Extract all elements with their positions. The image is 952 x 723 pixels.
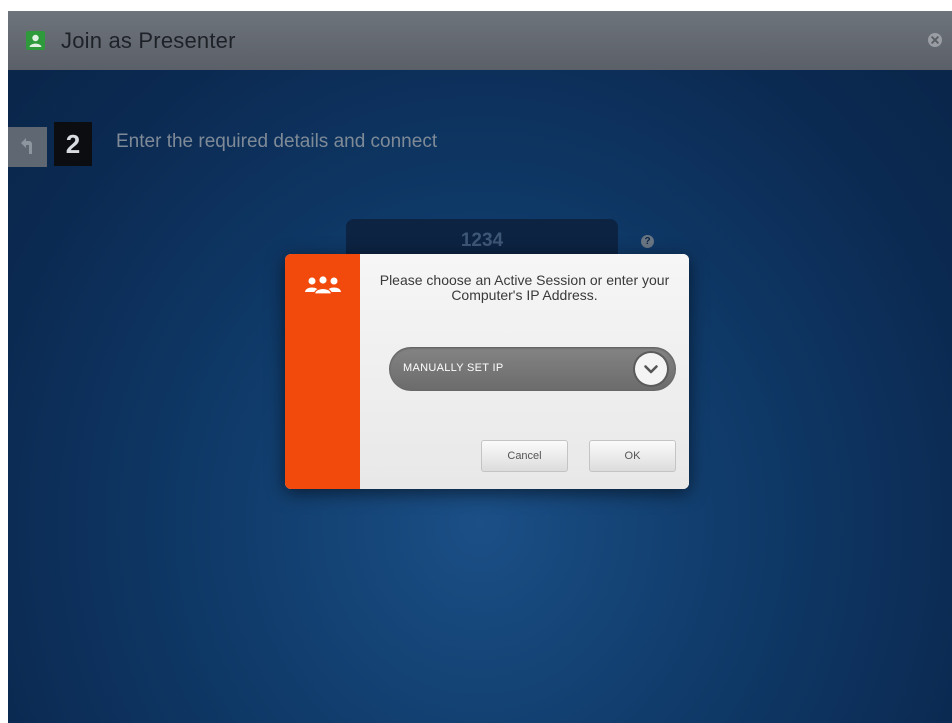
step-instruction: Enter the required details and connect xyxy=(116,131,438,152)
chevron-down-icon[interactable] xyxy=(635,353,667,385)
back-button[interactable] xyxy=(8,127,47,167)
app-window: Join as Presenter 2 Enter the required d… xyxy=(8,11,952,723)
title-bar: Join as Presenter xyxy=(8,11,952,70)
choose-session-dialog: Please choose an Active Session or enter… xyxy=(285,254,689,489)
session-select[interactable]: MANUALLY SET IP xyxy=(389,347,676,391)
ok-button[interactable]: OK xyxy=(589,440,676,472)
cancel-button[interactable]: Cancel xyxy=(481,440,568,472)
dialog-sidebar xyxy=(285,254,360,489)
close-icon[interactable] xyxy=(928,33,942,47)
people-icon xyxy=(305,275,341,295)
help-icon[interactable]: ? xyxy=(641,235,654,248)
dialog-body: Please choose an Active Session or enter… xyxy=(360,254,689,489)
back-arrow-icon xyxy=(21,138,32,154)
dialog-message: Please choose an Active Session or enter… xyxy=(379,272,670,303)
step-number: 2 xyxy=(54,122,92,166)
presenter-icon xyxy=(26,31,45,50)
session-select-value: MANUALLY SET IP xyxy=(403,362,504,374)
window-title: Join as Presenter xyxy=(61,28,236,53)
